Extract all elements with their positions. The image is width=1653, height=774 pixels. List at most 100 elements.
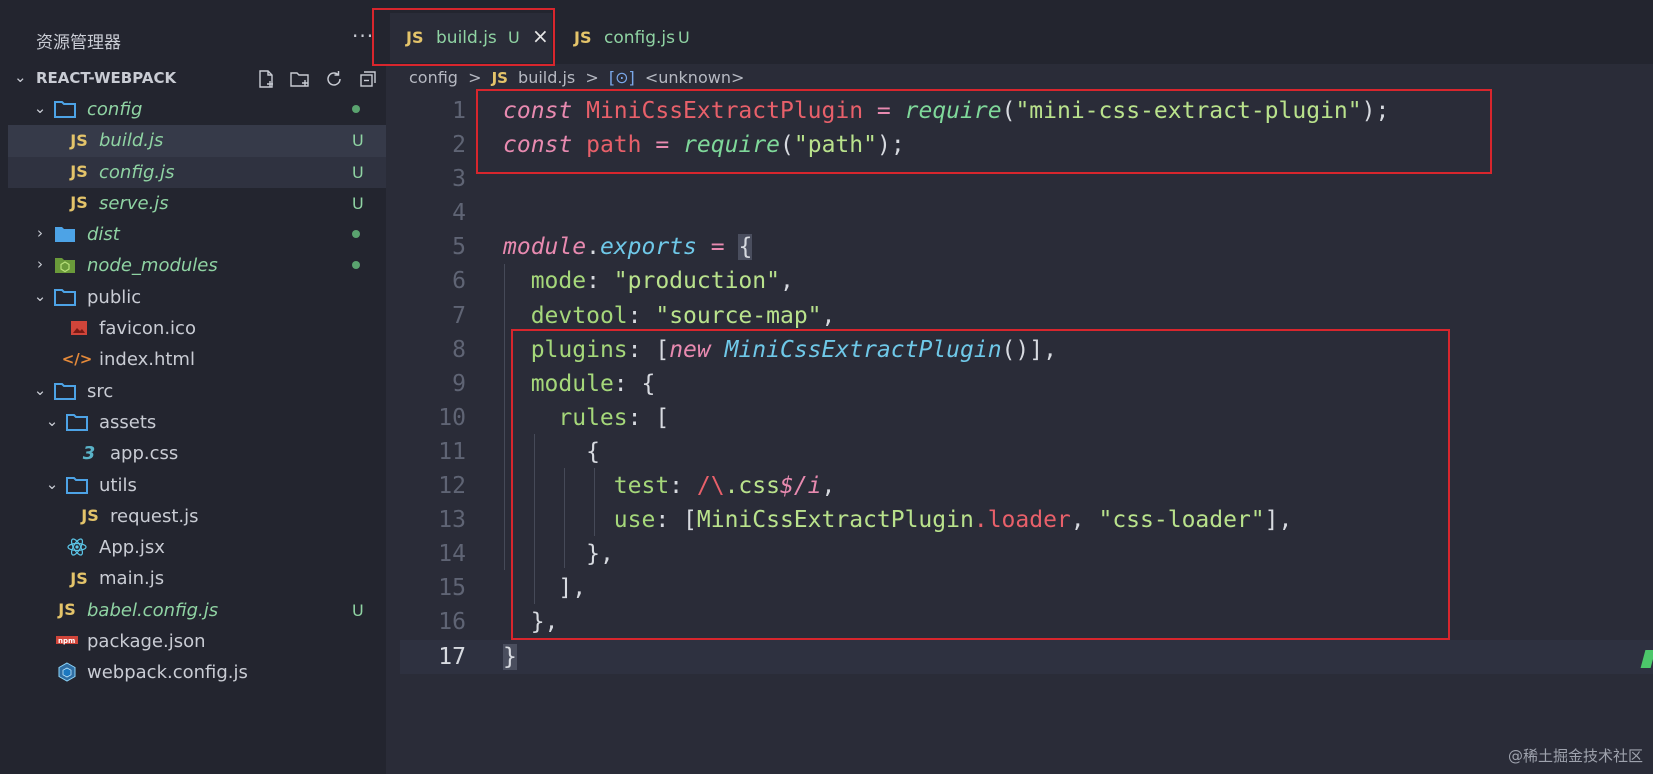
chevron-down-icon: ⌄ (14, 68, 27, 86)
tree-item-src[interactable]: ⌄ src (8, 376, 386, 407)
tree-item-favicon[interactable]: favicon.ico (8, 313, 386, 344)
line-number: 7 (452, 302, 466, 329)
breadcrumb-folder[interactable]: config (409, 68, 458, 87)
breadcrumb-file[interactable]: build.js (518, 68, 575, 87)
folder-icon (54, 224, 76, 244)
tree-item-main-js[interactable]: JS main.js (8, 563, 386, 594)
untracked-badge: U (352, 193, 364, 213)
chevron-down-icon: ⌄ (33, 380, 47, 399)
tab-config-js[interactable]: JS config.js U (558, 13, 718, 63)
tree-item-index-html[interactable]: </> index.html (8, 344, 386, 375)
tree-item-label: config.js (99, 161, 175, 183)
tree-item-config[interactable]: ⌄ config (8, 94, 386, 125)
project-header[interactable]: ⌄ REACT-WEBPACK (0, 67, 386, 91)
more-actions-icon[interactable]: ··· (352, 24, 374, 48)
new-file-icon[interactable] (254, 67, 278, 91)
tab-build-js[interactable]: JS build.js U × (390, 13, 552, 63)
symbol-icon: [⊙] (608, 68, 635, 87)
untracked-badge: U (508, 28, 520, 47)
explorer-title: 资源管理器 (36, 33, 121, 53)
code-line: 7 devtool: "source-map", (400, 299, 1653, 333)
tree-item-build-js[interactable]: JS build.js U (8, 125, 386, 157)
tab-label: build.js (436, 28, 497, 48)
tree-item-app-jsx[interactable]: App.jsx (8, 532, 386, 563)
line-number: 14 (438, 541, 466, 568)
line-number: 10 (438, 404, 466, 431)
tree-item-request-js[interactable]: JS request.js (8, 501, 386, 532)
code-line: 2 const path = require("path"); (400, 128, 1653, 162)
tree-item-assets[interactable]: ⌄ assets (8, 407, 386, 438)
line-number: 2 (452, 132, 466, 159)
tree-item-label: serve.js (99, 192, 169, 214)
line-number: 8 (452, 336, 466, 363)
tree-item-label: request.js (110, 505, 199, 527)
untracked-badge: U (352, 600, 364, 620)
npm-icon: npm (56, 631, 78, 651)
tree-item-package-json[interactable]: npm package.json (8, 626, 386, 657)
folder-icon (54, 99, 76, 119)
tree-item-label: assets (99, 411, 157, 433)
tree-item-label: favicon.ico (99, 318, 196, 340)
tree-item-label: dist (87, 224, 120, 246)
line-number: 11 (438, 438, 466, 465)
breadcrumb-separator: > (468, 68, 482, 87)
tree-item-label: App.jsx (99, 537, 165, 559)
code-line: 9 module: { (400, 367, 1653, 401)
line-number: 1 (452, 98, 466, 124)
collapse-all-icon[interactable] (356, 67, 380, 91)
tree-item-label: main.js (99, 568, 165, 590)
js-file-icon: JS (70, 568, 88, 588)
js-file-icon: JS (58, 600, 76, 620)
tree-item-label: webpack.config.js (87, 662, 248, 684)
tree-item-label: package.json (87, 631, 206, 653)
tree-item-babel-config[interactable]: JS babel.config.js U (8, 595, 386, 626)
tree-item-utils[interactable]: ⌄ utils (8, 470, 386, 501)
line-number: 16 (438, 609, 466, 636)
svg-text:npm: npm (58, 637, 75, 645)
tree-item-label: src (87, 380, 114, 402)
code-editor[interactable]: 1 const MiniCssExtractPlugin = require("m… (400, 94, 1653, 674)
tree-item-dist[interactable]: › dist (8, 219, 386, 250)
code-line: 1 const MiniCssExtractPlugin = require("m… (400, 94, 1653, 128)
chevron-down-icon: ⌄ (33, 99, 47, 117)
untracked-badge: U (678, 28, 690, 47)
tree-item-label: utils (99, 474, 137, 496)
code-line: 3 (400, 162, 1653, 196)
tree-item-label: index.html (99, 349, 195, 371)
tree-item-label: app.css (110, 443, 179, 465)
tree-item-label: public (87, 286, 142, 308)
line-number: 12 (438, 473, 466, 500)
modified-dot (352, 105, 360, 113)
tree-item-node-modules[interactable]: › node_modules (8, 250, 386, 281)
tree-item-webpack-config[interactable]: webpack.config.js (8, 657, 386, 688)
close-icon[interactable]: × (532, 24, 549, 48)
line-number: 4 (452, 200, 466, 227)
tree-item-public[interactable]: ⌄ public (8, 282, 386, 313)
new-folder-icon[interactable] (288, 67, 312, 91)
tree-item-config-js[interactable]: JS config.js U (8, 156, 386, 188)
chevron-down-icon: ⌄ (33, 286, 47, 305)
editor-tabs: JS build.js U × JS config.js U (386, 0, 1653, 64)
code-line: 6 mode: "production", (400, 264, 1653, 298)
refresh-icon[interactable] (322, 67, 346, 91)
breadcrumb-symbol[interactable]: <unknown> (645, 68, 745, 87)
js-file-icon: JS (81, 506, 99, 526)
tree-item-label: config (87, 99, 143, 120)
css-file-icon: 3 (82, 442, 96, 464)
line-number: 13 (438, 507, 466, 534)
code-line: 13 use: [MiniCssExtractPlugin.loader, "c… (400, 503, 1653, 537)
chevron-right-icon: › (37, 224, 43, 243)
code-line-current: 17} (400, 639, 1653, 674)
tab-label: config.js (604, 28, 676, 48)
js-file-icon: JS (491, 69, 508, 87)
folder-icon (54, 381, 76, 401)
js-file-icon: JS (70, 193, 88, 213)
tree-item-serve-js[interactable]: JS serve.js U (8, 188, 386, 219)
folder-icon (66, 475, 88, 495)
code-line: 10 rules: [ (400, 401, 1653, 435)
breadcrumb: config > JS build.js > [⊙] <unknown> (409, 68, 749, 87)
js-file-icon: JS (574, 28, 592, 47)
tree-item-app-css[interactable]: 3 app.css (8, 438, 386, 469)
js-file-icon: JS (70, 162, 88, 182)
code-line: 11 { (400, 435, 1653, 469)
